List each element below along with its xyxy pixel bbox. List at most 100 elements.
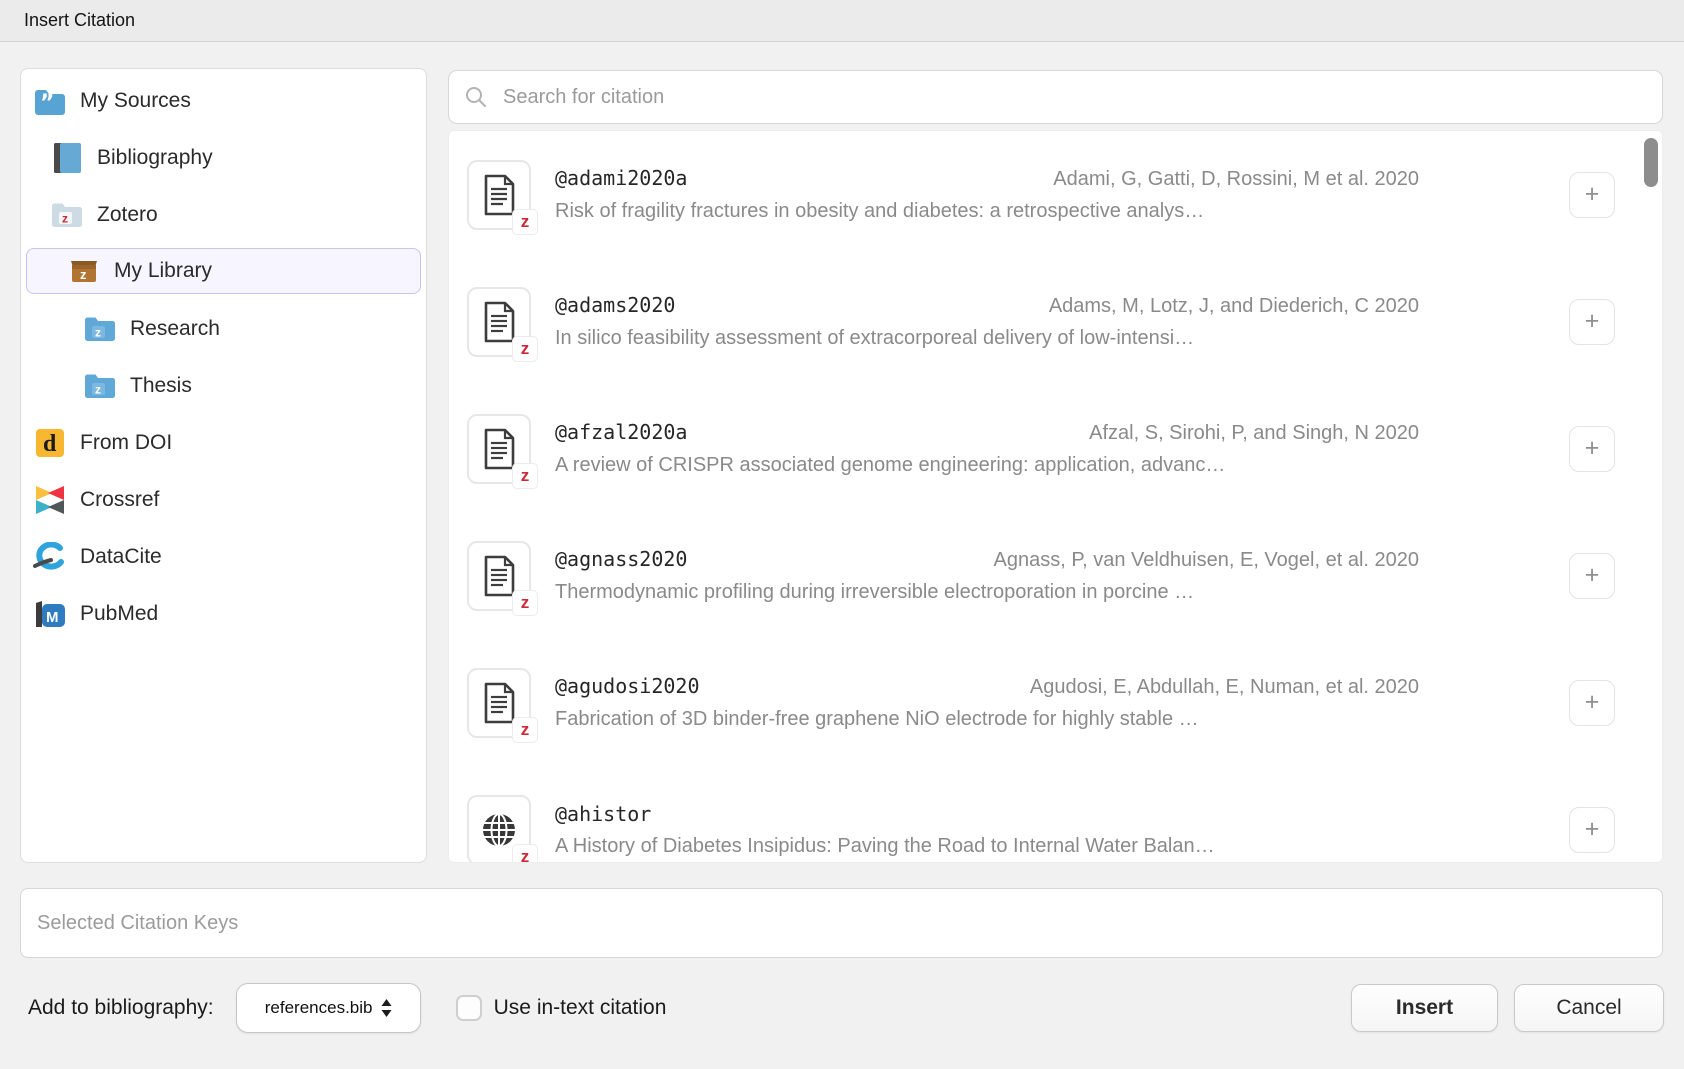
- citation-text: @adami2020a Adami, G, Gatti, D, Rossini,…: [555, 166, 1419, 223]
- search-input[interactable]: [501, 85, 1646, 110]
- sidebar-item-label: Bibliography: [97, 146, 213, 170]
- document-icon-box: z: [467, 287, 531, 357]
- document-icon: [481, 554, 517, 598]
- citation-row[interactable]: z @adams2020 Adams, M, Lotz, J, and Died…: [449, 258, 1662, 385]
- add-citation-button[interactable]: +: [1569, 553, 1615, 599]
- citation-panel: z @adami2020a Adami, G, Gatti, D, Rossin…: [448, 70, 1663, 863]
- zotero-badge-icon: z: [512, 590, 538, 616]
- citation-list: z @adami2020a Adami, G, Gatti, D, Rossin…: [448, 130, 1663, 863]
- sidebar-item-label: Crossref: [80, 488, 159, 512]
- sidebar-item-label: From DOI: [80, 431, 172, 455]
- library-box-icon: z: [67, 255, 101, 287]
- doi-icon: d: [33, 427, 67, 459]
- citation-text: @agudosi2020 Agudosi, E, Abdullah, E, Nu…: [555, 674, 1419, 731]
- webpage-icon-box: z: [467, 795, 531, 864]
- zotero-badge-icon: z: [512, 209, 538, 235]
- use-in-text-label: Use in-text citation: [494, 996, 667, 1020]
- sidebar-item-zotero[interactable]: z Zotero: [21, 186, 426, 243]
- sidebar-item-my-library[interactable]: z My Library: [26, 248, 421, 294]
- scrollbar-thumb[interactable]: [1644, 138, 1658, 187]
- citation-text: @adams2020 Adams, M, Lotz, J, and Dieder…: [555, 293, 1419, 350]
- zotero-badge-icon: z: [512, 463, 538, 489]
- dialog-titlebar: Insert Citation: [0, 0, 1684, 42]
- folder-z-icon: z: [83, 370, 117, 402]
- document-icon: [481, 427, 517, 471]
- bibliography-file-value: references.bib: [265, 998, 373, 1018]
- bibliography-file-select[interactable]: references.bib: [236, 983, 421, 1033]
- add-citation-button[interactable]: +: [1569, 299, 1615, 345]
- citation-authors: Afzal, S, Sirohi, P, and Singh, N 2020: [1089, 422, 1419, 445]
- sidebar-item-label: My Library: [114, 259, 212, 283]
- document-icon-box: z: [467, 668, 531, 738]
- svg-text:d: d: [43, 431, 57, 457]
- add-citation-button[interactable]: +: [1569, 807, 1615, 853]
- globe-icon: [479, 810, 519, 850]
- folder-z-icon: z: [83, 313, 117, 345]
- sidebar-item-label: Thesis: [130, 374, 192, 398]
- sidebar-item-from-doi[interactable]: d From DOI: [21, 414, 426, 471]
- zotero-folder-icon: z: [50, 199, 84, 231]
- cancel-button[interactable]: Cancel: [1514, 984, 1664, 1032]
- citation-row[interactable]: z @agnass2020 Agnass, P, van Veldhuisen,…: [449, 512, 1662, 639]
- sidebar-item-my-sources[interactable]: ” My Sources: [21, 72, 426, 129]
- citation-authors: Agudosi, E, Abdullah, E, Numan, et al. 2…: [1030, 676, 1419, 699]
- citation-row[interactable]: z @agudosi2020 Agudosi, E, Abdullah, E, …: [449, 639, 1662, 766]
- use-in-text-checkbox[interactable]: [456, 995, 482, 1021]
- svg-text:M: M: [46, 609, 59, 626]
- citation-title: Thermodynamic profiling during irreversi…: [555, 581, 1419, 604]
- svg-text:z: z: [80, 267, 87, 282]
- pubmed-icon: M: [33, 598, 67, 630]
- add-to-bibliography-label: Add to bibliography:: [28, 996, 214, 1020]
- citation-key: @adami2020a: [555, 166, 687, 190]
- insert-button[interactable]: Insert: [1351, 984, 1498, 1032]
- zotero-badge-icon: z: [512, 844, 538, 864]
- datacite-icon: [33, 541, 67, 573]
- selected-citation-keys-input[interactable]: [20, 888, 1663, 958]
- dialog-footer: Add to bibliography: references.bib Use …: [20, 982, 1664, 1033]
- add-citation-button[interactable]: +: [1569, 172, 1615, 218]
- svg-text:z: z: [62, 211, 68, 225]
- sidebar-item-label: My Sources: [80, 89, 191, 113]
- document-icon-box: z: [467, 160, 531, 230]
- zotero-badge-icon: z: [512, 717, 538, 743]
- sidebar-item-pubmed[interactable]: M PubMed: [21, 585, 426, 642]
- citation-row[interactable]: z @ahistor A History of Diabetes Insipid…: [449, 766, 1662, 863]
- dialog-title: Insert Citation: [24, 10, 135, 31]
- citation-row[interactable]: z @adami2020a Adami, G, Gatti, D, Rossin…: [449, 131, 1662, 258]
- sources-folder-icon: ”: [33, 85, 67, 117]
- citation-row[interactable]: z @afzal2020a Afzal, S, Sirohi, P, and S…: [449, 385, 1662, 512]
- citation-key: @agnass2020: [555, 547, 687, 571]
- citation-key: @agudosi2020: [555, 674, 700, 698]
- search-box: [448, 70, 1663, 124]
- citation-title: A History of Diabetes Insipidus: Paving …: [555, 835, 1419, 858]
- citation-text: @ahistor A History of Diabetes Insipidus…: [555, 802, 1419, 858]
- select-arrows-icon: [381, 999, 392, 1017]
- sidebar-item-bibliography[interactable]: Bibliography: [21, 129, 426, 186]
- sidebar-item-research[interactable]: z Research: [21, 300, 426, 357]
- search-icon: [465, 86, 487, 108]
- document-icon: [481, 173, 517, 217]
- svg-text:z: z: [95, 325, 101, 339]
- add-citation-button[interactable]: +: [1569, 426, 1615, 472]
- sidebar-item-thesis[interactable]: z Thesis: [21, 357, 426, 414]
- sidebar-item-crossref[interactable]: Crossref: [21, 471, 426, 528]
- citation-title: A review of CRISPR associated genome eng…: [555, 454, 1419, 477]
- citation-text: @afzal2020a Afzal, S, Sirohi, P, and Sin…: [555, 420, 1419, 477]
- citation-text: @agnass2020 Agnass, P, van Veldhuisen, E…: [555, 547, 1419, 604]
- citation-key: @ahistor: [555, 802, 651, 826]
- document-icon-box: z: [467, 414, 531, 484]
- zotero-badge-icon: z: [512, 336, 538, 362]
- citation-authors: Adami, G, Gatti, D, Rossini, M et al. 20…: [1053, 168, 1419, 191]
- sources-sidebar: ” My Sources Bibliography z Zotero: [20, 68, 427, 863]
- citation-key: @afzal2020a: [555, 420, 687, 444]
- citation-title: Fabrication of 3D binder-free graphene N…: [555, 708, 1419, 731]
- citation-authors: Agnass, P, van Veldhuisen, E, Vogel, et …: [994, 549, 1420, 572]
- citation-authors: Adams, M, Lotz, J, and Diederich, C 2020: [1049, 295, 1419, 318]
- add-citation-button[interactable]: +: [1569, 680, 1615, 726]
- book-icon: [50, 142, 84, 174]
- document-icon-box: z: [467, 541, 531, 611]
- sidebar-item-label: Zotero: [97, 203, 158, 227]
- sidebar-item-datacite[interactable]: DataCite: [21, 528, 426, 585]
- crossref-icon: [33, 484, 67, 516]
- citation-title: In silico feasibility assessment of extr…: [555, 327, 1419, 350]
